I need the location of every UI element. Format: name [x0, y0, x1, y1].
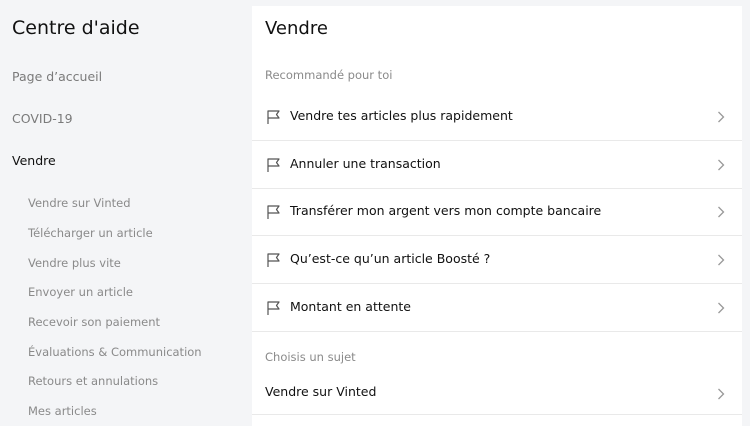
sidebar-item-home[interactable]: Page d’accueil — [12, 69, 102, 84]
article-row-montant-attente[interactable]: Montant en attente — [252, 285, 742, 332]
chevron-right-icon — [718, 159, 725, 171]
flag-icon — [267, 253, 280, 267]
article-row-article-booste[interactable]: Qu’est-ce qu’un article Boosté ? — [252, 237, 742, 284]
sidebar-subitem-evaluations[interactable]: Évaluations & Communication — [28, 345, 202, 359]
topic-label: Vendre sur Vinted — [265, 384, 377, 399]
chevron-right-icon — [718, 111, 725, 123]
article-row-annuler-transaction[interactable]: Annuler une transaction — [252, 142, 742, 189]
recommended-label: Recommandé pour toi — [265, 68, 393, 82]
article-label: Qu’est-ce qu’un article Boosté ? — [290, 251, 491, 266]
article-row-transferer-argent[interactable]: Transférer mon argent vers mon compte ba… — [252, 189, 742, 236]
main-panel: Vendre Recommandé pour toi Vendre tes ar… — [252, 6, 742, 426]
article-label: Vendre tes articles plus rapidement — [290, 108, 513, 123]
sidebar-subitem-envoyer-article[interactable]: Envoyer un article — [28, 285, 133, 299]
sidebar-subitem-telecharger-article[interactable]: Télécharger un article — [28, 226, 153, 240]
page-title: Vendre — [265, 18, 328, 39]
topic-row-vendre-sur-vinted[interactable]: Vendre sur Vinted — [252, 368, 742, 415]
flag-icon — [267, 205, 280, 219]
flag-icon — [267, 158, 280, 172]
article-label: Annuler une transaction — [290, 156, 441, 171]
article-row-vendre-rapidement[interactable]: Vendre tes articles plus rapidement — [252, 94, 742, 141]
chevron-right-icon — [718, 206, 725, 218]
chevron-right-icon — [718, 254, 725, 266]
article-label: Transférer mon argent vers mon compte ba… — [290, 203, 602, 218]
chevron-right-icon — [718, 302, 725, 314]
sidebar-title: Centre d'aide — [12, 17, 140, 39]
article-label: Montant en attente — [290, 299, 411, 314]
sidebar-subitem-vendre-sur-vinted[interactable]: Vendre sur Vinted — [28, 196, 131, 210]
sidebar-item-vendre[interactable]: Vendre — [12, 153, 56, 168]
sidebar-item-covid[interactable]: COVID-19 — [12, 111, 73, 126]
sidebar-subitem-vendre-plus-vite[interactable]: Vendre plus vite — [28, 256, 121, 270]
flag-icon — [267, 301, 280, 315]
sidebar-subitem-mes-articles[interactable]: Mes articles — [28, 404, 97, 418]
flag-icon — [267, 110, 280, 124]
topics-label: Choisis un sujet — [265, 350, 356, 364]
sidebar-subitem-recevoir-paiement[interactable]: Recevoir son paiement — [28, 315, 160, 329]
sidebar: Centre d'aide Page d’accueil COVID-19 Ve… — [0, 0, 252, 426]
sidebar-subitem-retours[interactable]: Retours et annulations — [28, 374, 158, 388]
chevron-right-icon — [718, 388, 725, 400]
